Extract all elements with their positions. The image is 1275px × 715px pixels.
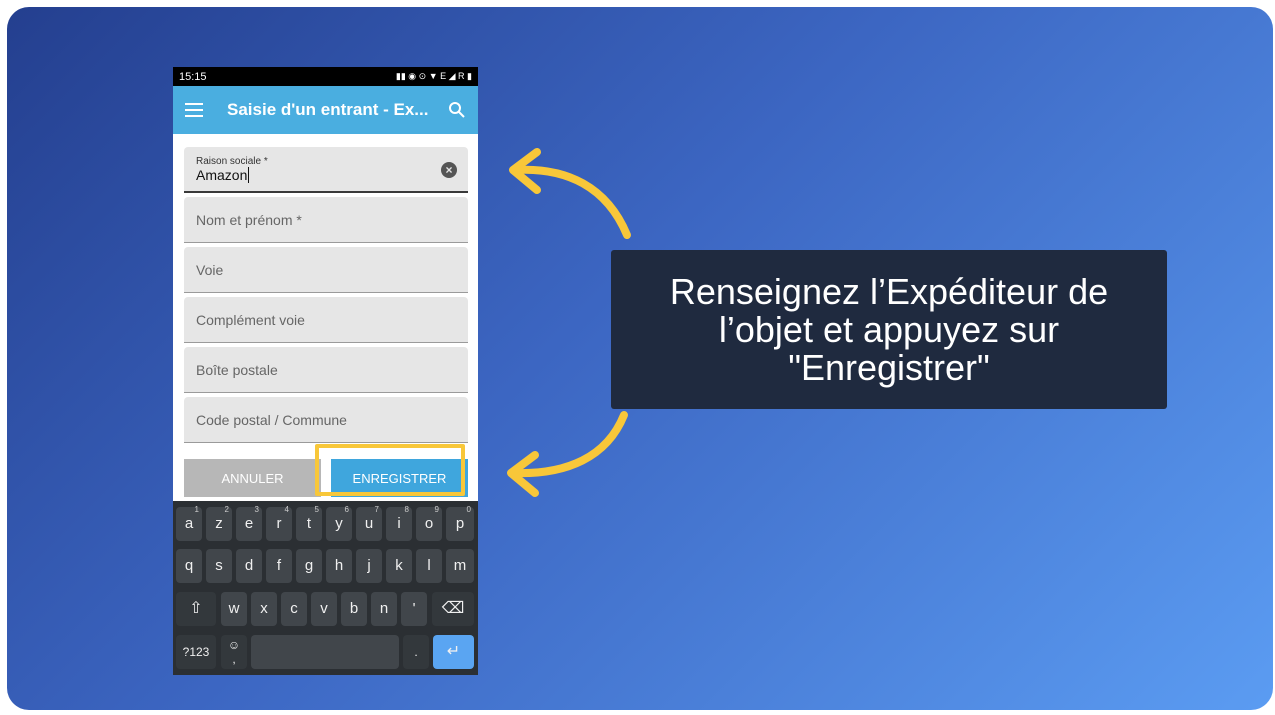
arrow-up-icon (509, 148, 631, 239)
background-frame: 15:15 ▮▮ ◉ ⊙ ▼ E ◢ R ▮ Saisie d'un entra… (7, 7, 1273, 710)
arrow-down-icon (507, 411, 628, 497)
arrows-overlay (507, 148, 631, 497)
